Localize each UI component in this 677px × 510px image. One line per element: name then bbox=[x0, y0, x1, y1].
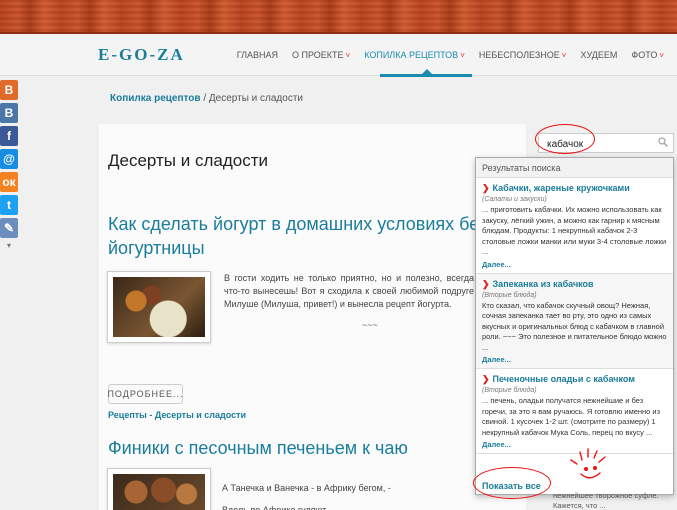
search-icon[interactable] bbox=[658, 137, 668, 147]
breadcrumb-link[interactable]: Копилка рецептов bbox=[110, 93, 201, 104]
chevron-down-icon: ˅ bbox=[561, 51, 567, 60]
article-intro-text: А Танечка и Ванечка - в Африку бегом, - … bbox=[222, 477, 391, 510]
article-intro-text: В гости ходить не только приятно, но и п… bbox=[224, 273, 474, 309]
facebook-icon[interactable]: f bbox=[0, 126, 18, 146]
chevron-down-icon: ˅ bbox=[659, 51, 664, 60]
category-link-recipes[interactable]: Рецепты bbox=[108, 410, 147, 420]
menu-item-photo[interactable]: ФОТО ˅ bbox=[624, 50, 671, 60]
search-result-category: (Вторые блюда) bbox=[482, 387, 537, 394]
page-title: Десерты и сладости bbox=[108, 151, 268, 170]
article-thumbnail[interactable] bbox=[107, 468, 211, 510]
social-share-bar: B B f @ ок t ✎ ▾ bbox=[0, 80, 20, 250]
dates-image bbox=[113, 474, 205, 510]
poem-line: А Танечка и Ванечка - в Африку бегом, - bbox=[222, 483, 391, 493]
twitter-icon[interactable]: t bbox=[0, 195, 18, 215]
search-result-item[interactable]: ❯ Кабачки, жареные кружочками (Салаты и з… bbox=[476, 178, 673, 274]
arrow-right-icon: ❯ bbox=[482, 374, 490, 384]
search-result-category: (Вторые блюда) bbox=[482, 291, 537, 299]
search-result-snippet: ... приготовить кабачки. Их можно исполь… bbox=[482, 205, 667, 256]
search-results-dropdown: Результаты поиска ❯ Кабачки, жареные круж… bbox=[475, 157, 674, 495]
mailru-icon[interactable]: @ bbox=[0, 149, 18, 169]
search-result-item[interactable]: ❯ Печеночные оладьи с кабачком (Вторые бл… bbox=[476, 369, 673, 454]
chevron-down-icon: ˅ bbox=[460, 51, 465, 60]
arrow-right-icon: ❯ bbox=[482, 183, 490, 193]
smiley-annotation-icon bbox=[570, 448, 606, 479]
search-results-header: Результаты поиска bbox=[476, 158, 673, 178]
wood-header-banner bbox=[0, 0, 677, 34]
odnoklassniki-icon[interactable]: ок bbox=[0, 172, 18, 192]
article-divider: ~~~ bbox=[362, 320, 378, 330]
vk-icon[interactable]: B bbox=[0, 103, 18, 123]
category-link-desserts[interactable]: Десерты и сладости bbox=[155, 410, 246, 420]
yogurt-image bbox=[113, 277, 205, 337]
menu-item-home[interactable]: ГЛАВНАЯ bbox=[230, 50, 285, 60]
active-menu-pointer bbox=[420, 69, 434, 76]
menu-item-recipes[interactable]: КОПИЛКА РЕЦЕПТОВ ˅ bbox=[357, 50, 472, 60]
article-title-rest: сделать йогурт в домашних условиях без й… bbox=[108, 214, 488, 258]
article-title-lead: Как bbox=[108, 214, 137, 234]
breadcrumb-current: Десерты и сладости bbox=[208, 93, 303, 104]
red-annotation-circle bbox=[473, 467, 551, 499]
menu-item-useful[interactable]: НЕБЕСПОЛЕЗНОЕ ˅ bbox=[472, 50, 574, 60]
category-separator: - bbox=[146, 410, 155, 420]
menu-item-diet[interactable]: ХУДЕЕМ bbox=[573, 50, 624, 60]
more-share-icon[interactable]: ▾ bbox=[0, 241, 18, 250]
search-result-more-link[interactable]: Далее... bbox=[482, 355, 667, 364]
search-result-title[interactable]: ❯ Печеночные оладьи с кабачком bbox=[482, 374, 667, 385]
search-result-more-link[interactable]: Далее... bbox=[482, 260, 667, 269]
search-result-title[interactable]: ❯ Кабачки, жареные кружочками bbox=[482, 183, 667, 194]
article-categories: Рецепты - Десерты и сладости bbox=[108, 410, 246, 420]
menu-item-about[interactable]: О ПРОЕКТЕ ˅ bbox=[285, 50, 357, 60]
arrow-right-icon: ❯ bbox=[482, 278, 490, 289]
site-logo[interactable]: E-GO-ZA bbox=[98, 45, 185, 65]
breadcrumb: Копилка рецептов / Десерты и сладости bbox=[110, 93, 303, 104]
article-thumbnail[interactable] bbox=[107, 271, 211, 343]
search-result-title[interactable]: ❯ Запеканка из кабачков bbox=[482, 279, 667, 290]
poem-line: Вдоль по Африке гуляют, bbox=[222, 505, 328, 510]
search-result-category: (Салаты и закуски) bbox=[482, 196, 547, 203]
sidebar-snippet-text: нежнейшее творожное суфле. Кажется, что … bbox=[553, 491, 659, 510]
read-more-button[interactable]: ПОДРОБНЕЕ... bbox=[107, 384, 183, 404]
top-navbar: E-GO-ZA ГЛАВНАЯ О ПРОЕКТЕ ˅ КОПИЛКА РЕЦЕП… bbox=[0, 36, 677, 76]
breadcrumb-separator: / bbox=[203, 93, 207, 104]
chevron-down-icon: ˅ bbox=[345, 51, 351, 60]
search-result-item[interactable]: ❯ Запеканка из кабачков (Вторые блюда) Кт… bbox=[476, 273, 673, 369]
main-menu: ГЛАВНАЯ О ПРОЕКТЕ ˅ КОПИЛКА РЕЦЕПТОВ ˅ НЕБ… bbox=[230, 50, 671, 60]
search-result-snippet: Кто сказал, что кабачок скучный овощ? Не… bbox=[482, 300, 667, 352]
blogger-icon[interactable]: B bbox=[0, 80, 18, 100]
clip-icon[interactable]: ✎ bbox=[0, 218, 18, 238]
article-title-link[interactable]: Финики с песочным печеньем к чаю bbox=[108, 438, 408, 459]
red-annotation-circle bbox=[535, 124, 595, 154]
search-result-snippet: ... печень, оладьи получатся нежнейшие и… bbox=[482, 396, 661, 437]
